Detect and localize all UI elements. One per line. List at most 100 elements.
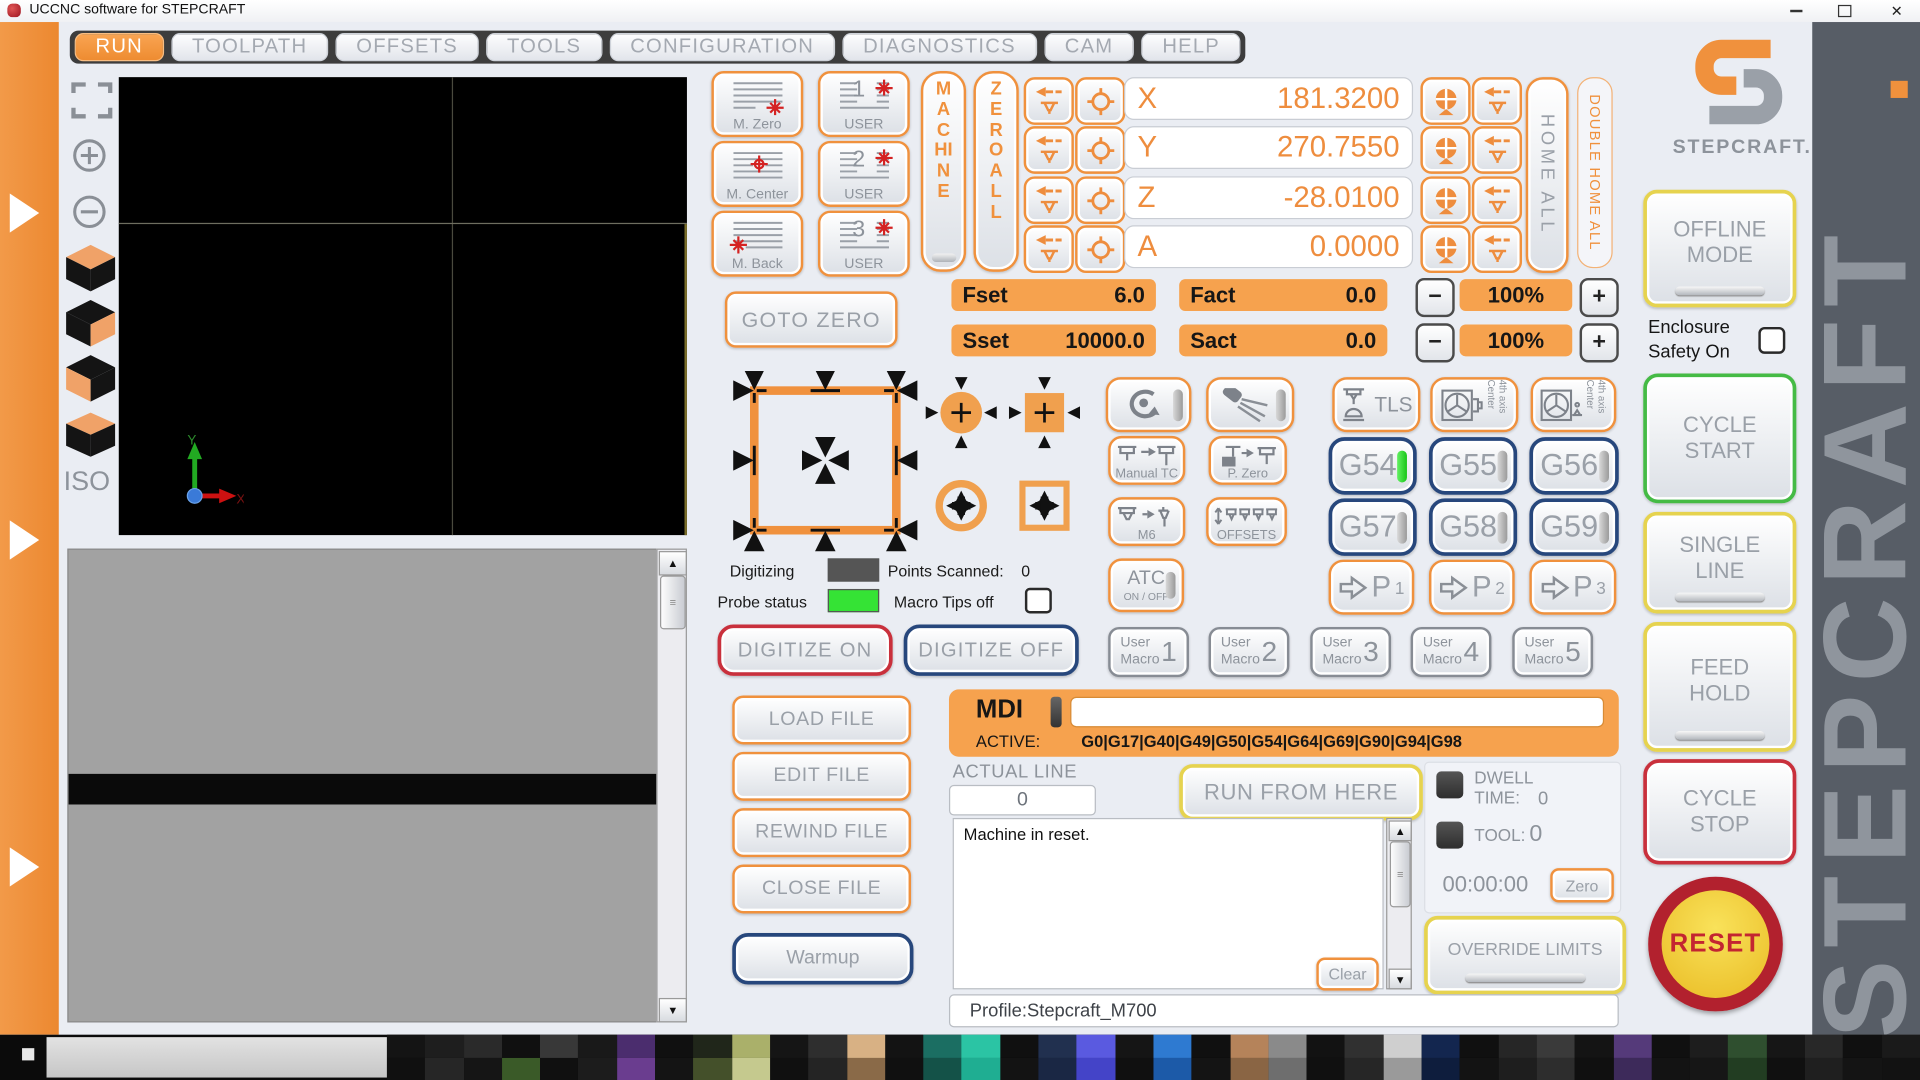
cycle-start-button[interactable]: CYCLE START	[1643, 373, 1796, 503]
cycle-stop-button[interactable]: CYCLE STOP	[1643, 759, 1796, 864]
user-macro-5-button[interactable]: UserMacro 5	[1512, 627, 1593, 677]
zoom-in-button[interactable]	[71, 137, 108, 180]
tab-configuration[interactable]: CONFIGURATION	[609, 33, 835, 61]
center-zero-square-button[interactable]	[1009, 377, 1080, 448]
inner-circle-zero-button[interactable]	[926, 470, 997, 541]
probe-zero-x-button[interactable]	[1420, 77, 1470, 125]
tab-diagnostics[interactable]: DIAGNOSTICS	[842, 33, 1036, 61]
fourth-axis-center-probe-button[interactable]: 4th axis Center	[1531, 377, 1617, 432]
single-line-button[interactable]: SINGLE LINE	[1643, 512, 1796, 614]
profile-3-button[interactable]: P3	[1529, 560, 1616, 615]
g58-button[interactable]: G58	[1429, 498, 1517, 556]
g54-button[interactable]: G54	[1329, 437, 1417, 495]
inner-square-zero-button[interactable]	[1009, 470, 1080, 541]
goto-zero-button[interactable]: GOTO ZERO	[725, 291, 898, 347]
close-button[interactable]: ✕	[1881, 1, 1913, 19]
sidebar-flyout-arrow-icon[interactable]	[10, 193, 39, 232]
m6-tool-change-button[interactable]: M6	[1108, 497, 1185, 546]
user-macro-1-button[interactable]: UserMacro 1	[1108, 627, 1189, 677]
spindle-on-off-button[interactable]	[1106, 377, 1192, 432]
zero-z-button[interactable]	[1075, 176, 1125, 224]
reset-button[interactable]: RESET	[1648, 877, 1783, 1012]
run-from-here-button[interactable]: RUN FROM HERE	[1179, 764, 1423, 820]
home-all-button[interactable]: HOME ALL	[1526, 77, 1569, 273]
status-scrollbar[interactable]: ▲ ≡ ▼	[1386, 818, 1412, 989]
view-side-button[interactable]	[64, 353, 118, 411]
tab-run[interactable]: RUN	[75, 33, 164, 61]
machine-coords-button[interactable]: MACHINE	[921, 71, 966, 272]
atc-on-off-button[interactable]: ATC ON / OFF	[1108, 558, 1184, 612]
probe-zero-button[interactable]: P. Zero	[1209, 436, 1287, 485]
zero-y-button[interactable]	[1075, 126, 1125, 174]
feed-override-minus-button[interactable]: −	[1416, 278, 1455, 317]
zoom-out-button[interactable]	[71, 193, 108, 236]
home-y-button[interactable]	[1472, 126, 1522, 174]
g57-button[interactable]: G57	[1329, 498, 1417, 556]
digitize-off-button[interactable]: DIGITIZE OFF	[904, 624, 1079, 675]
scroll-up-icon[interactable]: ▲	[1389, 820, 1412, 841]
taskbar-start-icon[interactable]	[22, 1048, 34, 1060]
dro-a[interactable]: A 0.0000	[1124, 225, 1413, 268]
g55-button[interactable]: G55	[1429, 437, 1517, 495]
profile-1-button[interactable]: P1	[1329, 560, 1415, 615]
zero-a-button[interactable]	[1075, 225, 1125, 273]
user-position-3-button[interactable]: 3 USER	[818, 211, 910, 277]
edit-file-button[interactable]: EDIT FILE	[732, 752, 911, 801]
probe-zero-z-button[interactable]	[1420, 176, 1470, 224]
fourth-axis-center-chuck-button[interactable]: 4th axis Center	[1430, 377, 1518, 432]
tab-toolpath[interactable]: TOOLPATH	[171, 33, 328, 61]
gcode-list[interactable]	[67, 549, 687, 1023]
zero-all-button[interactable]: ZERO ALL	[973, 71, 1018, 272]
macro-tips-checkbox[interactable]	[1025, 588, 1052, 614]
scrollbar-thumb[interactable]: ≡	[660, 576, 686, 630]
tab-tools[interactable]: TOOLS	[486, 33, 602, 61]
clear-status-button[interactable]: Clear	[1316, 958, 1378, 991]
center-zero-circle-button[interactable]	[926, 377, 997, 448]
user-macro-4-button[interactable]: UserMacro 4	[1411, 627, 1492, 677]
user-macro-2-button[interactable]: UserMacro 2	[1209, 627, 1290, 677]
toolpath-viewport[interactable]: Y X	[119, 77, 687, 535]
goto-zero-a-button[interactable]	[1024, 225, 1074, 273]
double-home-all-button[interactable]: DOUBLE HOME ALL	[1577, 77, 1613, 268]
goto-zero-x-button[interactable]	[1024, 77, 1074, 125]
machine-back-button[interactable]: M. Back	[711, 211, 803, 277]
dro-x[interactable]: X 181.3200	[1124, 77, 1413, 120]
minimize-button[interactable]	[1782, 1, 1811, 19]
home-a-button[interactable]	[1472, 225, 1522, 273]
user-position-1-button[interactable]: 1 USER	[818, 71, 910, 137]
home-x-button[interactable]	[1472, 77, 1522, 125]
taskbar-app-thumbnail[interactable]	[47, 1037, 387, 1077]
probe-zero-y-button[interactable]	[1420, 126, 1470, 174]
profile-2-button[interactable]: P2	[1429, 560, 1515, 615]
view-top-button[interactable]	[64, 242, 118, 300]
gcode-scrollbar[interactable]: ▲ ≡ ▼	[656, 549, 687, 1023]
spindle-override-plus-button[interactable]: +	[1580, 323, 1619, 362]
sidebar-flyout-arrow-icon[interactable]	[10, 847, 39, 886]
maximize-button[interactable]	[1829, 1, 1858, 19]
goto-zero-y-button[interactable]	[1024, 126, 1074, 174]
tab-offsets[interactable]: OFFSETS	[335, 33, 478, 61]
feed-override-plus-button[interactable]: +	[1580, 278, 1619, 317]
scroll-down-icon[interactable]: ▼	[1389, 969, 1412, 990]
machine-zero-button[interactable]: M. Zero	[711, 71, 803, 137]
view-front-button[interactable]	[64, 298, 118, 356]
g56-button[interactable]: G56	[1529, 437, 1618, 495]
zero-x-button[interactable]	[1075, 77, 1125, 125]
dro-z[interactable]: Z -28.0100	[1124, 176, 1413, 219]
scrollbar-thumb[interactable]: ≡	[1390, 841, 1411, 907]
tls-button[interactable]: TLS	[1332, 377, 1420, 432]
user-position-2-button[interactable]: 2 USER	[818, 141, 910, 207]
feed-hold-button[interactable]: FEED HOLD	[1643, 622, 1796, 752]
override-limits-button[interactable]: OVERRIDE LIMITS	[1424, 916, 1626, 994]
tab-cam[interactable]: CAM	[1044, 33, 1134, 61]
fit-view-button[interactable]	[71, 81, 113, 126]
g59-button[interactable]: G59	[1529, 498, 1618, 556]
digitize-on-button[interactable]: DIGITIZE ON	[718, 624, 893, 675]
view-iso-button[interactable]	[64, 408, 118, 466]
warmup-button[interactable]: Warmup	[732, 933, 913, 984]
probe-zero-a-button[interactable]	[1420, 225, 1470, 273]
goto-zero-z-button[interactable]	[1024, 176, 1074, 224]
spindle-override-minus-button[interactable]: −	[1416, 323, 1455, 362]
manual-tool-change-button[interactable]: Manual TC	[1108, 436, 1185, 485]
rewind-file-button[interactable]: REWIND FILE	[732, 808, 911, 857]
